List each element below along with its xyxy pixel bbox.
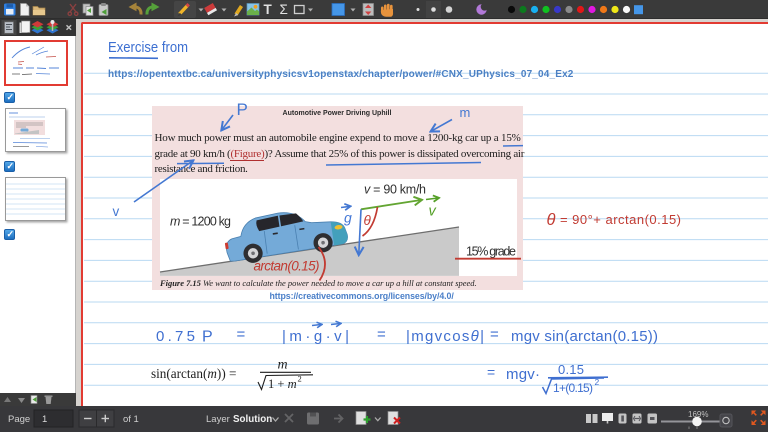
svg-text:Layer: Layer [206, 414, 230, 425]
svg-text:169%: 169% [688, 410, 708, 419]
svg-text:1: 1 [42, 414, 47, 425]
svg-text:of 1: of 1 [123, 414, 139, 425]
svg-text:Solution: Solution [233, 414, 272, 425]
svg-text:Page: Page [8, 414, 30, 425]
svg-text:Σ: Σ [280, 2, 288, 17]
svg-text:T: T [264, 2, 273, 17]
